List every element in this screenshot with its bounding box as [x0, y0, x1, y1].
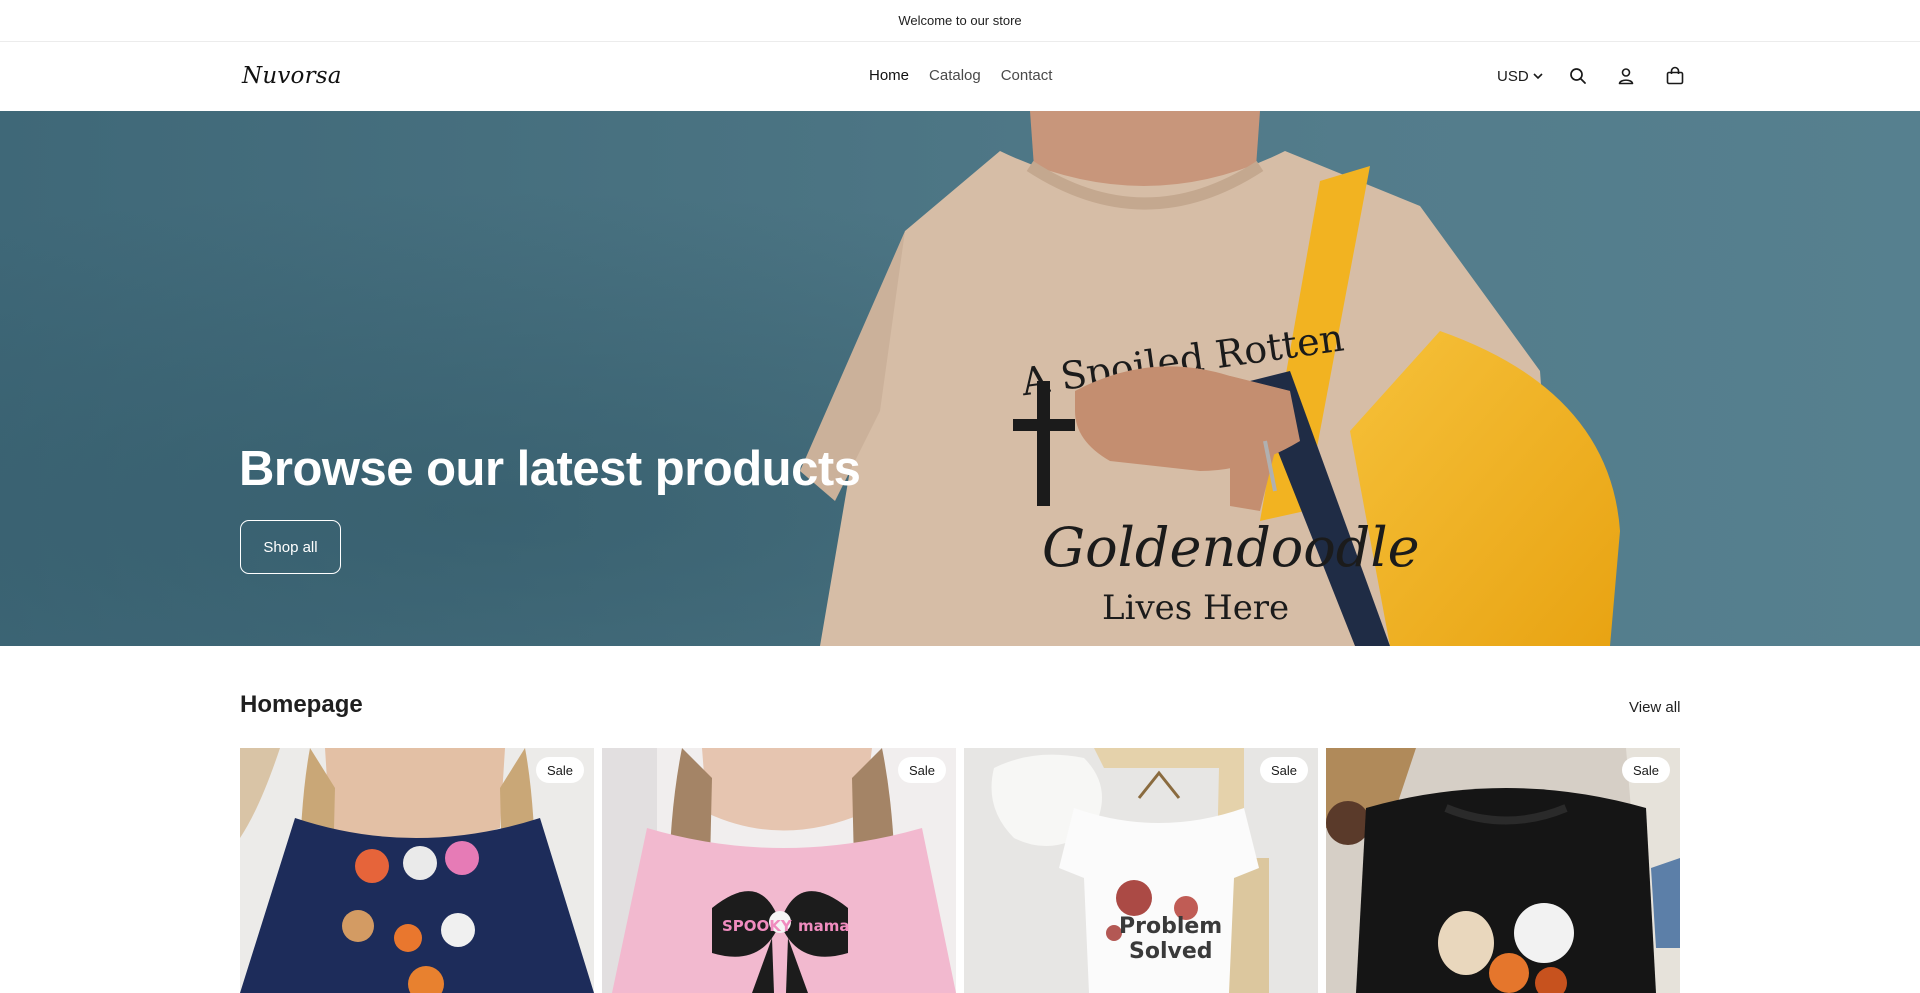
- sale-badge: Sale: [897, 757, 946, 783]
- currency-selector[interactable]: USD: [1497, 68, 1544, 85]
- product-image: [1326, 748, 1680, 993]
- shirt-print-line3: Lives Here: [1102, 588, 1289, 628]
- view-all-link[interactable]: View all: [1629, 699, 1680, 716]
- store-logo[interactable]: Nuvorsa: [242, 63, 342, 89]
- cart-icon[interactable]: [1663, 64, 1687, 88]
- shirt-print-line2: Goldendoodle: [1042, 516, 1420, 579]
- product-card[interactable]: SPOOKY mama Sale: [602, 748, 956, 993]
- section-title: Homepage: [240, 691, 363, 718]
- product-card[interactable]: Problem Solved Sale: [964, 748, 1318, 993]
- product-card[interactable]: Sale: [1326, 748, 1680, 993]
- account-icon[interactable]: [1614, 64, 1638, 88]
- product-image: Problem Solved: [964, 748, 1318, 993]
- print-text-line2: Solved: [1129, 939, 1213, 964]
- print-text-right: mama: [798, 917, 850, 935]
- main-nav: Home Catalog Contact: [869, 67, 1052, 84]
- shop-all-button[interactable]: Shop all: [240, 520, 341, 574]
- sale-badge: Sale: [1259, 757, 1308, 783]
- print-text-line1: Problem: [1119, 914, 1222, 939]
- site-header: Nuvorsa Home Catalog Contact USD: [0, 43, 1920, 111]
- nav-catalog[interactable]: Catalog: [929, 67, 981, 84]
- currency-label: USD: [1497, 67, 1529, 85]
- sale-badge: Sale: [1621, 757, 1670, 783]
- product-image: SPOOKY mama: [602, 748, 956, 993]
- product-card[interactable]: Sale: [240, 748, 594, 993]
- search-icon[interactable]: [1566, 64, 1590, 88]
- hero-banner: A Spoiled Rotten Goldendoodle Lives Here…: [0, 111, 1920, 646]
- sale-badge: Sale: [535, 757, 584, 783]
- header-actions: USD: [1497, 64, 1704, 88]
- announcement-bar: Welcome to our store: [0, 0, 1920, 42]
- product-image: [240, 748, 594, 993]
- announcement-text: Welcome to our store: [898, 13, 1022, 28]
- nav-contact[interactable]: Contact: [1001, 67, 1053, 84]
- nav-home[interactable]: Home: [869, 67, 909, 84]
- hero-title: Browse our latest products: [239, 442, 861, 496]
- print-text-left: SPOOKY: [722, 917, 793, 935]
- chevron-down-icon: [1533, 73, 1543, 80]
